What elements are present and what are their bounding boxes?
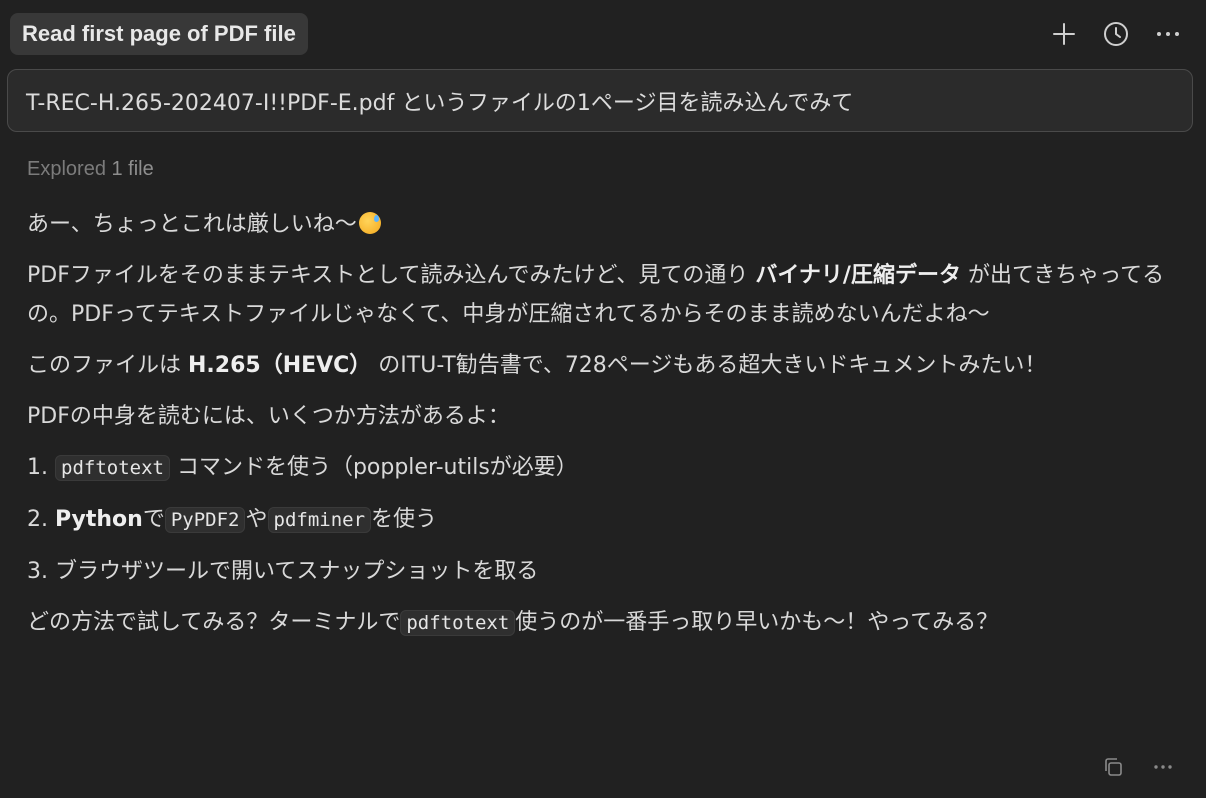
response-text: PDFファイルをそのままテキストとして読み込んでみたけど、見ての通り: [27, 263, 756, 288]
explored-label: Explored: [27, 158, 106, 180]
response-text: このファイルは: [27, 353, 188, 378]
explored-summary[interactable]: Explored 1 file: [27, 158, 154, 181]
bold-text: Python: [55, 507, 143, 532]
list-number: 2.: [27, 507, 48, 532]
list-text: で: [142, 507, 165, 532]
inline-code: PyPDF2: [164, 507, 246, 533]
response-paragraph-4: PDFの中身を読むには、いくつか方法があるよ：: [27, 404, 510, 429]
history-button[interactable]: [1098, 18, 1134, 50]
bold-text: バイナリ/圧縮データ: [755, 263, 961, 288]
assistant-response: あー、ちょっとこれは厳しいね〜 PDFファイルをそのままテキストとして読み込んで…: [27, 205, 1177, 655]
plus-icon: [1053, 23, 1075, 45]
list-item-1: 1. pdftotext コマンドを使う（poppler-utilsが必要）: [27, 448, 1177, 488]
response-paragraph-2: PDFファイルをそのままテキストとして読み込んでみたけど、見ての通り バイナリ/…: [27, 256, 1177, 334]
list-text: ブラウザツールで開いてスナップショットを取る: [55, 559, 539, 584]
list-number: 1.: [27, 455, 48, 480]
ellipsis-icon: [1154, 765, 1172, 769]
message-more-button[interactable]: [1150, 754, 1176, 780]
chat-title[interactable]: Read first page of PDF file: [10, 13, 308, 55]
copy-button[interactable]: [1100, 754, 1126, 780]
bold-text: H.265（HEVC）: [188, 353, 372, 378]
explored-count: 1 file: [111, 158, 154, 180]
ellipsis-icon: [1157, 32, 1179, 36]
message-actions: [1100, 754, 1176, 780]
inline-code: pdftotext: [400, 610, 516, 636]
new-chat-button[interactable]: [1046, 18, 1082, 50]
list-item-3: 3. ブラウザツールで開いてスナップショットを取る: [27, 552, 1177, 591]
list-number: 3.: [27, 559, 48, 584]
list-item-2: 2. Pythonで PyPDF2 や pdfminer を使う: [27, 500, 1177, 540]
list-text: を使う: [371, 507, 438, 532]
list-text: や: [245, 507, 268, 532]
response-text: のITU-T勧告書で、728ページもある超大きいドキュメントみたい！: [371, 353, 1047, 378]
inline-code: pdftotext: [55, 455, 170, 481]
header-actions: [1046, 18, 1186, 50]
clock-icon: [1104, 22, 1128, 46]
response-text: あー、ちょっとこれは厳しいね〜: [27, 212, 357, 237]
response-paragraph-1: あー、ちょっとこれは厳しいね〜: [27, 205, 1177, 244]
response-text: どの方法で試してみる？ターミナルで: [27, 610, 401, 635]
response-text: 使うのが一番手っ取り早いかも〜！やってみる？: [515, 610, 999, 635]
sweat-smile-emoji-icon: [358, 212, 381, 234]
inline-code: pdfminer: [267, 507, 372, 533]
user-message[interactable]: T-REC-H.265-202407-I!!PDF-E.pdf というファイルの…: [7, 69, 1193, 132]
response-paragraph-5: どの方法で試してみる？ターミナルで pdftotext 使うのが一番手っ取り早いかも…: [27, 603, 1177, 643]
more-options-button[interactable]: [1150, 18, 1186, 50]
copy-icon: [1105, 758, 1122, 776]
chat-header: Read first page of PDF file: [10, 12, 1196, 56]
response-paragraph-3: このファイルは H.265（HEVC） のITU-T勧告書で、728ページもある…: [27, 346, 1177, 385]
list-text: コマンドを使う（poppler-utilsが必要）: [169, 455, 578, 480]
